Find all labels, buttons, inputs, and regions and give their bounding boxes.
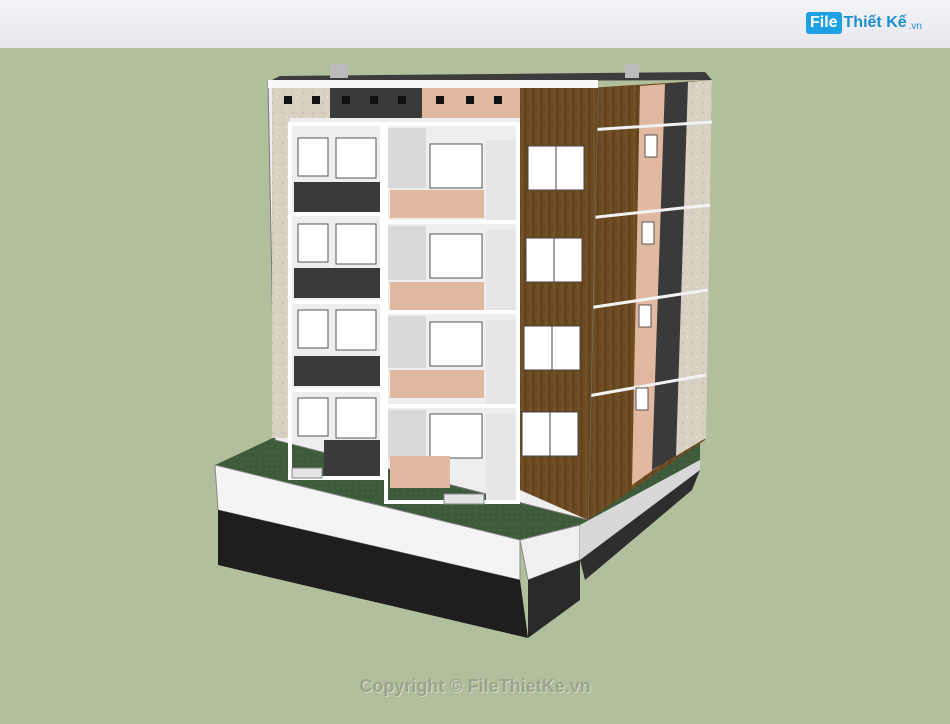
building-model (214, 64, 713, 638)
copyright-watermark: Copyright © FileThietKe.vn (359, 676, 591, 696)
